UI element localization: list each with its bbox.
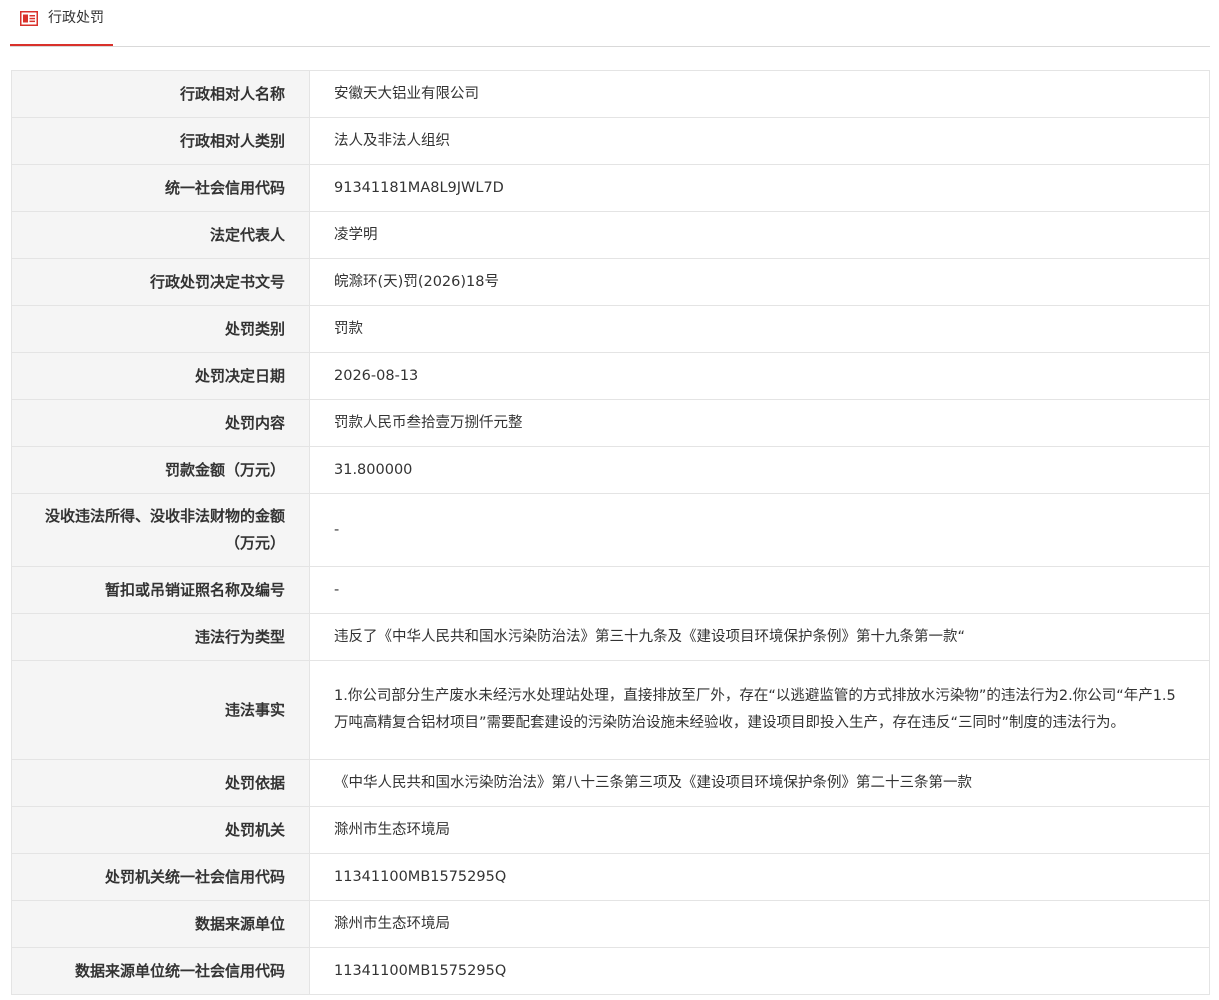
field-label: 处罚依据	[12, 760, 310, 806]
table-row: 统一社会信用代码 91341181MA8L9JWL7D	[12, 165, 1210, 212]
table-row: 数据来源单位统一社会信用代码 11341100MB1575295Q	[12, 948, 1210, 995]
field-label: 违法事实	[12, 661, 310, 759]
tab-label: 行政处罚	[48, 10, 104, 26]
table-row: 违法事实 1.你公司部分生产废水未经污水处理站处理，直接排放至厂外，存在“以逃避…	[12, 661, 1210, 760]
table-row: 没收违法所得、没收非法财物的金额（万元） -	[12, 494, 1210, 567]
table-row: 处罚决定日期 2026-08-13	[12, 353, 1210, 400]
field-value: 《中华人民共和国水污染防治法》第八十三条第三项及《建设项目环境保护条例》第二十三…	[334, 774, 972, 791]
table-row: 行政处罚决定书文号 皖滁环(天)罚(2026)18号	[12, 259, 1210, 306]
table-row: 数据来源单位 滁州市生态环境局	[12, 901, 1210, 948]
table-row: 处罚依据 《中华人民共和国水污染防治法》第八十三条第三项及《建设项目环境保护条例…	[12, 760, 1210, 807]
field-value: 91341181MA8L9JWL7D	[334, 179, 504, 196]
field-value: 安徽天大铝业有限公司	[334, 85, 479, 102]
field-value: 11341100MB1575295Q	[334, 962, 507, 979]
field-label: 行政相对人类别	[12, 118, 310, 164]
field-value: 凌学明	[334, 226, 378, 243]
field-label: 行政处罚决定书文号	[12, 259, 310, 305]
field-label: 统一社会信用代码	[12, 165, 310, 211]
field-label: 法定代表人	[12, 212, 310, 258]
table-row: 罚款金额（万元） 31.800000	[12, 447, 1210, 494]
field-value: 违反了《中华人民共和国水污染防治法》第三十九条及《建设项目环境保护条例》第十九条…	[334, 628, 966, 645]
field-value: 滁州市生态环境局	[334, 915, 450, 932]
table-row: 暂扣或吊销证照名称及编号 -	[12, 567, 1210, 614]
field-value: 31.800000	[334, 461, 413, 478]
field-value: 11341100MB1575295Q	[334, 868, 507, 885]
table-row: 行政相对人名称 安徽天大铝业有限公司	[12, 71, 1210, 118]
field-value: 法人及非法人组织	[334, 132, 450, 149]
table-row: 处罚内容 罚款人民币叁拾壹万捌仟元整	[12, 400, 1210, 447]
section-header: 行政处罚	[10, 0, 1210, 47]
field-value: 滁州市生态环境局	[334, 821, 450, 838]
table-row: 违法行为类型 违反了《中华人民共和国水污染防治法》第三十九条及《建设项目环境保护…	[12, 614, 1210, 661]
field-label: 暂扣或吊销证照名称及编号	[12, 567, 310, 613]
field-value: 皖滁环(天)罚(2026)18号	[334, 273, 499, 290]
table-row: 行政相对人类别 法人及非法人组织	[12, 118, 1210, 165]
field-label: 处罚机关	[12, 807, 310, 853]
field-label: 处罚机关统一社会信用代码	[12, 854, 310, 900]
field-value: -	[334, 521, 340, 538]
tab-administrative-penalty[interactable]: 行政处罚	[10, 0, 113, 46]
field-label: 数据来源单位统一社会信用代码	[12, 948, 310, 994]
field-value: 2026-08-13	[334, 367, 419, 384]
table-row: 处罚机关统一社会信用代码 11341100MB1575295Q	[12, 854, 1210, 901]
table-row: 处罚机关 滁州市生态环境局	[12, 807, 1210, 854]
penalty-detail-table: 行政相对人名称 安徽天大铝业有限公司 行政相对人类别 法人及非法人组织 统一社会…	[11, 70, 1210, 995]
field-label: 没收违法所得、没收非法财物的金额（万元）	[12, 494, 310, 566]
field-label: 处罚类别	[12, 306, 310, 352]
field-label: 处罚决定日期	[12, 353, 310, 399]
field-value: 罚款人民币叁拾壹万捌仟元整	[334, 414, 523, 431]
field-label: 罚款金额（万元）	[12, 447, 310, 493]
field-label: 行政相对人名称	[12, 71, 310, 117]
table-row: 处罚类别 罚款	[12, 306, 1210, 353]
field-label: 数据来源单位	[12, 901, 310, 947]
field-value: 罚款	[334, 320, 363, 337]
field-label: 处罚内容	[12, 400, 310, 446]
field-value: -	[334, 581, 340, 598]
document-icon	[20, 11, 38, 26]
field-label: 违法行为类型	[12, 614, 310, 660]
field-value: 1.你公司部分生产废水未经污水处理站处理，直接排放至厂外，存在“以逃避监管的方式…	[334, 688, 1176, 731]
table-row: 法定代表人 凌学明	[12, 212, 1210, 259]
